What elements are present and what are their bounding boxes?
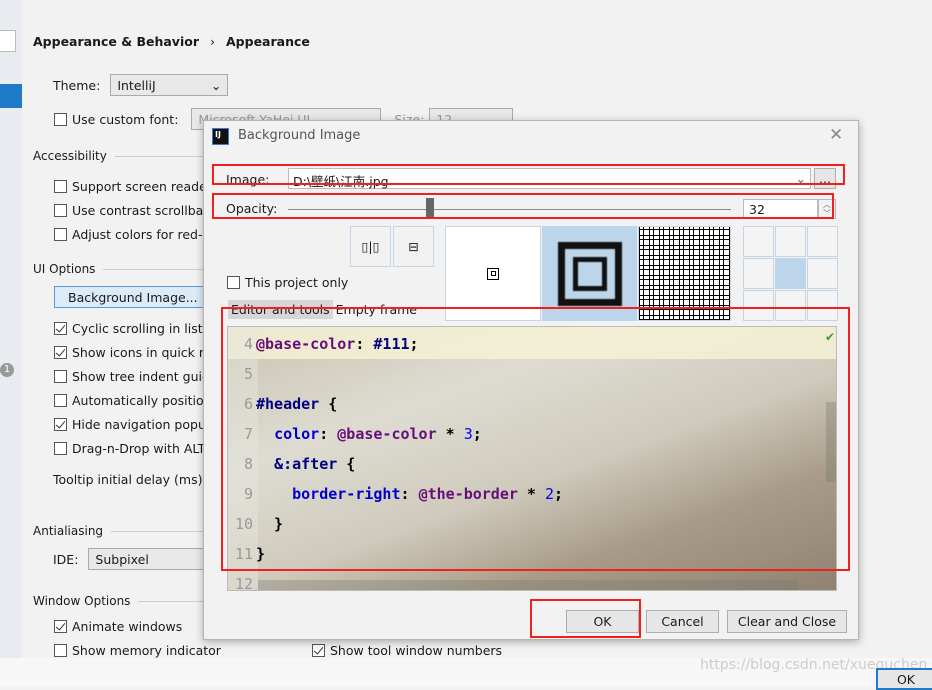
option-checkbox[interactable]: [54, 393, 67, 407]
option-label: Show icons in quick na: [72, 344, 215, 360]
this-project-only-label: This project only: [245, 275, 349, 290]
anchor-cell[interactable]: [775, 226, 806, 257]
option-checkbox[interactable]: [54, 179, 67, 193]
checkbox-row: Cyclic scrolling in list: [54, 316, 218, 340]
anchor-cell[interactable]: [807, 226, 838, 257]
theme-label: Theme:: [53, 77, 101, 93]
animate-windows-checkbox[interactable]: [54, 620, 67, 633]
section-title: Antialiasing: [33, 524, 104, 538]
breadcrumb-separator: ›: [210, 34, 215, 49]
flip-horizontal-button[interactable]: ▯|▯: [350, 226, 391, 267]
checkbox-row: Automatically position: [54, 388, 218, 412]
scale-icon: [557, 241, 622, 306]
background-image-button[interactable]: Background Image...: [54, 286, 214, 308]
breadcrumb: Appearance & Behavior › Appearance: [33, 34, 310, 49]
code-line: 12: [228, 569, 256, 591]
checkbox-row: Show icons in quick na: [54, 340, 218, 364]
checkbox-row: Hide navigation popup: [54, 412, 218, 436]
option-checkbox[interactable]: [54, 417, 67, 431]
custom-font-checkbox[interactable]: [54, 112, 67, 126]
anchor-cell[interactable]: [743, 226, 774, 257]
option-checkbox[interactable]: [54, 203, 67, 217]
tool-window-numbers-label: Show tool window numbers: [330, 643, 503, 658]
breadcrumb-current: Appearance: [226, 34, 310, 49]
chevron-down-icon: ⌄: [210, 77, 222, 93]
option-label: Automatically position: [72, 392, 212, 408]
option-checkbox[interactable]: [54, 369, 67, 383]
checkbox-row: Show tree indent guide: [54, 364, 218, 388]
tooltip-delay-label: Tooltip initial delay (ms):: [53, 472, 207, 487]
option-label: Drag-n-Drop with ALT: [72, 440, 206, 456]
option-checkbox[interactable]: [54, 441, 67, 455]
option-checkbox[interactable]: [54, 345, 67, 359]
anchor-cell[interactable]: [775, 258, 806, 289]
section-title: Accessibility: [33, 149, 107, 163]
dialog-title: Background Image: [238, 128, 361, 143]
ide-value: Subpixel: [95, 551, 149, 567]
custom-font-label: Use custom font:: [72, 111, 179, 127]
checkbox-row: Use contrast scrollbars: [54, 198, 215, 222]
ui-options-section: UI Options: [33, 262, 203, 276]
ide-antialiasing-select[interactable]: Subpixel: [88, 548, 219, 570]
theme-value: IntelliJ: [117, 77, 156, 93]
close-icon[interactable]: ✕: [829, 125, 843, 145]
theme-select[interactable]: IntelliJ ⌄: [110, 74, 229, 96]
option-label: Adjust colors for red-g: [72, 226, 211, 242]
checkbox-row: Adjust colors for red-g: [54, 222, 215, 246]
highlight-opacity-row: [212, 193, 834, 219]
highlight-ok-button: [530, 599, 641, 638]
this-project-only-checkbox[interactable]: [227, 276, 240, 289]
highlight-image-row: [212, 164, 845, 185]
memory-indicator-label: Show memory indicator: [72, 643, 221, 658]
anchor-cell[interactable]: [743, 258, 774, 289]
flip-vertical-button[interactable]: ⊟: [393, 226, 434, 267]
option-checkbox[interactable]: [54, 227, 67, 241]
sidebar-search-input[interactable]: [0, 30, 16, 52]
horizontal-scrollbar[interactable]: [258, 580, 798, 590]
option-label: Support screen reader: [72, 178, 212, 194]
breadcrumb-parent[interactable]: Appearance & Behavior: [33, 34, 199, 49]
cancel-button[interactable]: Cancel: [646, 610, 719, 633]
section-title: Window Options: [33, 594, 131, 608]
sidebar-selected-item[interactable]: [0, 84, 22, 108]
section-title: UI Options: [33, 262, 96, 276]
option-label: Hide navigation popup: [72, 416, 214, 432]
center-icon: [487, 267, 499, 280]
checkbox-row: Drag-n-Drop with ALT: [54, 436, 218, 460]
intellij-app-icon: IJ: [212, 128, 229, 145]
option-checkbox[interactable]: [54, 321, 67, 335]
accessibility-section: Accessibility: [33, 149, 215, 163]
flip-vertical-icon: ⊟: [408, 239, 419, 254]
antialiasing-section: Antialiasing: [33, 524, 211, 538]
highlight-editor-preview: [221, 307, 850, 571]
sidebar-badge: 1: [0, 363, 14, 377]
option-label: Show tree indent guide: [72, 368, 218, 384]
line-number: 12: [234, 575, 253, 591]
anchor-cell[interactable]: [807, 258, 838, 289]
animate-windows-label: Animate windows: [72, 619, 183, 634]
option-label: Cyclic scrolling in list: [72, 320, 203, 336]
memory-indicator-checkbox[interactable]: [54, 644, 67, 657]
ide-label: IDE:: [53, 551, 79, 567]
flip-horizontal-icon: ▯|▯: [361, 239, 380, 254]
clear-and-close-button[interactable]: Clear and Close: [727, 610, 847, 633]
option-label: Use contrast scrollbars: [72, 202, 215, 218]
tool-window-numbers-checkbox[interactable]: [312, 644, 325, 657]
checkbox-row: Support screen reader: [54, 174, 215, 198]
